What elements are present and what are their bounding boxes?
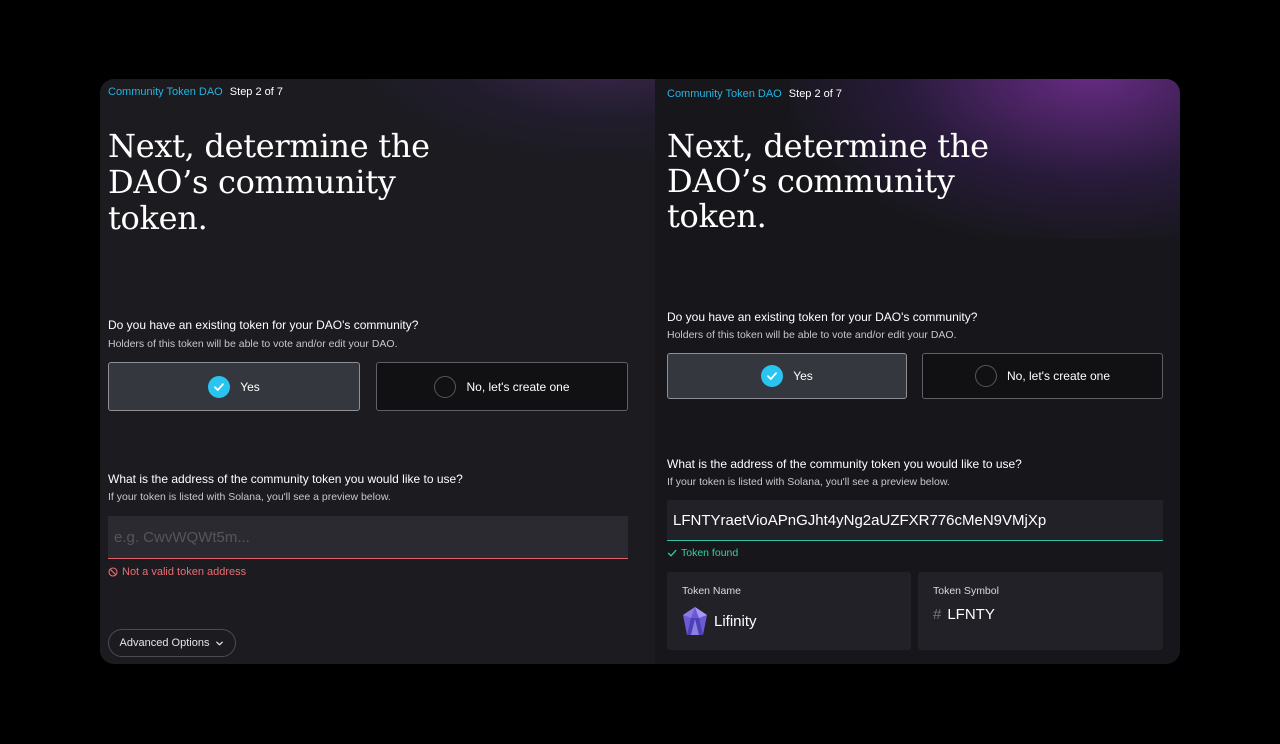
token-name-label: Token Name [682,585,741,597]
token-address-hint: If your token is listed with Solana, you… [108,491,391,503]
hash-icon: # [933,606,942,623]
token-address-input[interactable]: LFNTYraetVioAPnGJht4yNg2aUZFXR776cMeN9VM… [667,500,1163,541]
advanced-options-label: Advanced Options [119,637,210,649]
token-symbol-row: # LFNTY [933,606,995,623]
token-name-value: Lifinity [714,612,757,630]
token-name-card: Token Name Lifinity [667,572,911,650]
existing-token-hint: Holders of this token will be able to vo… [667,329,957,341]
token-address-hint: If your token is listed with Solana, you… [667,476,950,488]
existing-token-hint: Holders of this token will be able to vo… [108,338,398,350]
option-no-button[interactable]: No, let's create one [376,362,628,411]
option-no-button[interactable]: No, let's create one [922,353,1163,399]
option-yes-button[interactable]: Yes [108,362,360,411]
screenshot-frame: Community Token DAO Step 2 of 7 Next, de… [100,79,1180,664]
empty-radio-icon [974,365,997,387]
checkmark-icon [667,548,677,558]
breadcrumb: Community Token DAO Step 2 of 7 [667,88,842,100]
option-yes-label: Yes [240,379,260,394]
option-yes-button[interactable]: Yes [667,353,907,399]
page-title: Next, determine the DAO’s community toke… [667,129,989,234]
page-title-line: DAO’s community [667,162,955,200]
breadcrumb-step: Step 2 of 7 [229,86,284,98]
check-circle-icon [761,365,784,387]
address-error-text: Not a valid token address [122,566,247,578]
token-address-question: What is the address of the community tok… [108,472,463,486]
option-no-label: No, let's create one [466,379,570,394]
token-symbol-value: LFNTY [947,606,995,623]
page-title-line: Next, determine the [108,127,430,165]
existing-token-question: Do you have an existing token for your D… [667,310,978,324]
breadcrumb-step: Step 2 of 7 [788,88,843,100]
empty-radio-icon [434,375,457,398]
option-no-label: No, let's create one [1006,369,1110,383]
token-symbol-label: Token Symbol [933,585,999,597]
check-circle-icon [208,375,231,398]
token-found-text: Token found [681,547,739,559]
address-error: Not a valid token address [108,566,246,578]
panel-token-found: Community Token DAO Step 2 of 7 Next, de… [655,79,1180,664]
token-address-input[interactable] [108,516,628,559]
advanced-options-button[interactable]: Advanced Options [108,629,236,657]
lifinity-logo-icon [682,606,708,636]
panel-invalid-address: Community Token DAO Step 2 of 7 Next, de… [100,79,655,664]
no-entry-icon [108,567,118,577]
page-title-line: Next, determine the [667,127,989,165]
chevron-down-icon [215,639,224,648]
breadcrumb-dao-link[interactable]: Community Token DAO [667,88,782,100]
option-yes-label: Yes [793,369,813,383]
existing-token-question: Do you have an existing token for your D… [108,318,419,332]
token-address-value: LFNTYraetVioAPnGJht4yNg2aUZFXR776cMeN9VM… [673,511,1047,529]
page-title-line: token. [108,199,208,237]
token-name-row: Lifinity [682,606,757,636]
token-found-status: Token found [667,547,738,559]
page-title-line: DAO’s community [108,163,396,201]
page-title-line: token. [667,197,767,235]
token-address-question: What is the address of the community tok… [667,457,1022,471]
token-symbol-card: Token Symbol # LFNTY [918,572,1163,650]
page-title: Next, determine the DAO’s community toke… [108,128,430,236]
breadcrumb-dao-link[interactable]: Community Token DAO [108,86,223,98]
breadcrumb: Community Token DAO Step 2 of 7 [108,86,283,98]
